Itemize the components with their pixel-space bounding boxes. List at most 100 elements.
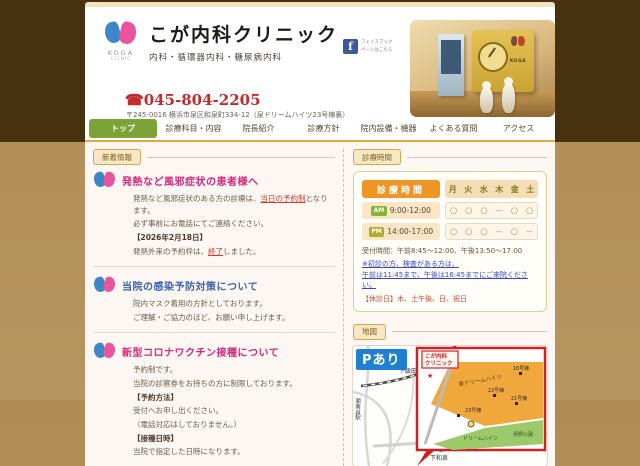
building-21-label: 21号棟 [511,395,527,402]
news-item-heading: 発熱など風邪症状の患者様へ [93,171,335,189]
news-item-divider [93,266,335,267]
pm-mark: － [492,226,507,238]
nav-item-facilities[interactable]: 院内設備・機器 [356,123,421,134]
facebook-link-label[interactable]: フェイスブック ページはこちら [361,39,392,53]
news-item-covid-vaccine: 新型コロナワクチン接種について 予約制です。 当院の診察券をお持ちの方に制限して… [93,342,335,457]
map-clinic-label-line1: こが内科 [425,352,448,360]
am-mark: ○ [507,206,522,216]
news-sub-label: 【予約方法】 [133,392,335,404]
news-paragraph: 受付へお申し出ください。 [133,405,335,417]
main-content: 新着情報 発熱など風邪症状の患者様へ 発熱など風邪症状のある方の診療は、当日の予… [85,142,555,466]
facebook-label-line2: ページはこちら [361,48,392,53]
news-date-label: 【2026年2月18日】 [133,232,335,244]
photo-clock-text: KOGA [510,59,526,64]
photo-clock-face [478,42,508,72]
nav-item-top[interactable]: トップ [89,119,157,138]
am-mark: － [492,205,507,217]
news-paragraph: 当院の診察券をお持ちの方に制限しております。 [133,378,335,390]
building-16-label: 16号棟 [513,365,529,372]
closed-days: 【休診日】木、土午後、日、祝日 [362,294,538,304]
map-section-header: 地図 [353,324,547,340]
day-tue: 火 [461,184,477,195]
text: 発熱外来の予約枠は、 [133,247,208,256]
hours-days-row: 月 火 水 木 金 土 [445,180,538,198]
day-mon: 月 [445,184,461,195]
news-item-heading: 新型コロナワクチン接種について [93,342,335,360]
hours-panel: 診療時間 月 火 水 木 金 土 AM 9:00-12:00 [353,171,547,312]
site-container: KOGA CLINIC こが内科クリニック 内科・循環器内科・糖尿病内科 f フ… [85,0,555,400]
day-thu: 木 [492,184,508,195]
text: 発熱など風邪症状のある方の診療は、 [133,194,261,203]
news-title: 新型コロナワクチン接種について [122,344,279,359]
am-mark: ○ [446,206,461,216]
news-body: 院内マスク着用の方針としております。 ご理解・ご協力のほど、お願い申し上げます。 [93,298,335,323]
news-paragraph: 発熱など風邪症状のある方の診療は、当日の予約制となります。 [133,193,335,216]
pm-mark: ○ [507,227,522,237]
bus-stop-label: 下和泉 [430,454,448,462]
am-marks-row: ○ ○ ○ － ○ ○ [445,202,538,219]
news-paragraph: 予約制です。 [133,364,335,376]
photo-figurine-right [502,83,515,113]
phone-value: 045-804-2205 [144,91,261,109]
am-mark: ○ [461,206,476,216]
news-item-fever: 発熱など風邪症状の患者様へ 発熱など風邪症状のある方の診療は、当日の予約制となり… [93,171,335,257]
clinic-star-marker: ★ [427,372,433,380]
news-paragraph: 当院で指定した日時になります。 [133,446,335,458]
news-badge: 新着情報 [93,149,141,165]
am-mark: ○ [476,206,491,216]
nav-item-director[interactable]: 院長紹介 [226,123,291,134]
photo-leaflet [438,34,464,96]
pm-mark: ○ [461,227,476,237]
building-23-label: 23号棟 [465,407,481,414]
hours-divider-line [407,157,547,158]
am-mark: ○ [522,206,537,216]
main-navigation: トップ 診療科目・内容 院長紹介 診療方針 院内設備・機器 よくある質問 アクセ… [85,117,555,142]
photo-clock: KOGA [472,30,534,92]
mascot-bullet-icon [93,171,117,189]
map-badge: 地図 [353,324,386,340]
am-time-range: 9:00-12:00 [390,206,431,215]
pm-mark: ○ [476,227,491,237]
building-22-label: 22号棟 [488,387,504,394]
title-block: こが内科クリニック 内科・循環器内科・糖尿病内科 [149,20,338,63]
news-paragraph: 必ず事前にお電話にてご連絡ください。 [133,218,335,230]
mascot-logo-icon [104,21,138,47]
day-sat: 土 [523,184,539,195]
hours-pm-time: PM 14:00-17:00 [362,223,440,240]
phone-number: ☎045-804-2205 [125,91,261,109]
news-column: 新着情報 発熱など風邪症状の患者様へ 発熱など風邪症状のある方の診療は、当日の予… [93,149,344,466]
news-paragraph: ご理解・ご協力のほど、お願い申し上げます。 [133,312,335,324]
photo-clock-logo: KOGA [507,36,529,66]
nav-item-faq[interactable]: よくある質問 [421,123,486,134]
news-paragraph: 発熱外来の予約枠は、終了しました。 [133,246,335,258]
pm-marks-row: ○ ○ ○ － ○ － [445,223,538,240]
district-label: ドリームハイツ [463,436,498,442]
hours-table-title: 診療時間 [362,180,440,198]
day-fri: 金 [507,184,523,195]
facebook-icon[interactable]: f [343,39,358,54]
logo-subtext: CLINIC [99,57,143,62]
nav-item-policy[interactable]: 診療方針 [291,123,356,134]
day-wed: 水 [476,184,492,195]
note-line2: 午前は11:45まで、午後は16:45までにご来院ください。 [362,271,528,290]
clinic-address: 〒245-0016 横浜市泉区和泉町334-12（泉ドリームハイツ23号棟裏） [126,110,349,120]
news-divider-line [147,157,335,158]
pm-mark: ○ [446,227,461,237]
facebook-link[interactable]: f フェイスブック ページはこちら [343,39,392,54]
pm-time-range: 14:00-17:00 [387,227,433,236]
pm-badge: PM [369,227,384,237]
first-visit-note: ※初診の方、検査がある方は、 午前は11:45まで、午後は16:45までにご来院… [362,259,538,291]
hours-am-row: AM 9:00-12:00 ○ ○ ○ － ○ ○ [362,202,538,219]
note-line1: ※初診の方、検査がある方は、 [362,260,459,268]
nav-item-access[interactable]: アクセス [486,123,551,134]
phone-icon: ☎ [125,91,144,109]
facebook-label-line1: フェイスブック [361,40,392,45]
clinic-photo: KOGA [410,20,555,117]
mascot-bullet-icon [93,342,117,360]
page-title: こが内科クリニック [149,20,338,47]
text: しました。 [223,247,261,256]
news-paragraph: 院内マスク着用の方針としております。 [133,298,335,310]
departments-subtitle: 内科・循環器内科・糖尿病内科 [149,51,338,63]
nav-item-services[interactable]: 診療科目・内容 [161,123,226,134]
news-item-infection-control: 当院の感染予防対策について 院内マスク着用の方針としております。 ご理解・ご協力… [93,276,335,323]
